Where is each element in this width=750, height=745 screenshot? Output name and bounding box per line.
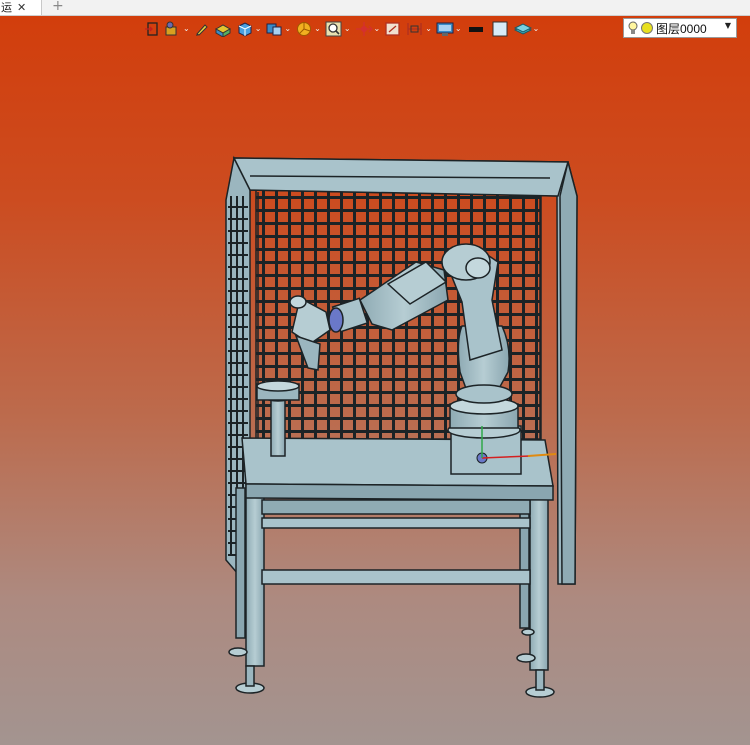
view-toolbar: ⌄ ⌄ ⌄ ⌄ ⌄ ⌄ ⌄ ⌄ ⌄: [142, 18, 541, 40]
fill-color-icon: [492, 21, 508, 37]
document-tab-bar: 运 ✕ +: [0, 0, 750, 16]
chevron-down-icon: ⌄: [454, 24, 462, 33]
chevron-down-icon: ⌄: [284, 24, 292, 33]
chevron-down-icon: ⌄: [343, 24, 351, 33]
chevron-down-icon: ⌄: [532, 24, 540, 33]
line-color-button[interactable]: [464, 18, 488, 40]
chevron-down-icon: ⌄: [254, 24, 262, 33]
fill-color-button[interactable]: [488, 18, 512, 40]
close-icon[interactable]: ✕: [17, 0, 26, 15]
chevron-down-icon: ⌄: [314, 24, 321, 33]
orbit-icon: [355, 22, 373, 36]
shaded-box-button[interactable]: [212, 18, 234, 40]
align-icon: [407, 23, 422, 35]
layer-dropdown[interactable]: 图层0000 ▼: [623, 18, 737, 38]
orbit-button[interactable]: ⌄: [353, 18, 383, 40]
layers-button[interactable]: ⌄: [512, 18, 542, 40]
render-mode-button[interactable]: ⌄: [234, 18, 264, 40]
workbench: [228, 437, 555, 698]
lightbulb-icon: [628, 21, 638, 34]
layers-icon: [513, 23, 532, 35]
pencil-button[interactable]: [192, 18, 212, 40]
layer-name: 图层0000: [656, 21, 707, 36]
shaded-box-icon: [214, 24, 231, 37]
new-tab-icon[interactable]: +: [52, 0, 64, 14]
view-style-button[interactable]: ⌄: [263, 18, 293, 40]
robot-cell-model: [225, 155, 578, 698]
zoom-icon: [325, 21, 342, 37]
monitor-display-icon: [436, 22, 454, 36]
line-color-icon: [468, 27, 483, 32]
exit-sketch-icon: [145, 22, 158, 36]
chevron-down-icon: ⌄: [373, 24, 381, 33]
tab-title: 运: [1, 1, 12, 14]
chevron-down-icon: ▼: [724, 21, 731, 30]
section-view-button[interactable]: [382, 18, 404, 40]
chevron-down-icon: ⌄: [183, 24, 190, 33]
zoom-button[interactable]: ⌄: [323, 18, 353, 40]
render-quality-icon: [297, 22, 312, 36]
monitor-display-button[interactable]: ⌄: [434, 18, 464, 40]
chevron-down-icon: ⌄: [425, 24, 432, 33]
layer-status-icon: [641, 22, 653, 34]
pencil-icon: [195, 24, 208, 36]
render-quality-button[interactable]: ⌄: [293, 18, 323, 40]
render-mode-icon: [238, 22, 252, 37]
document-tab[interactable]: 运 ✕: [0, 0, 42, 15]
component-style-button[interactable]: ⌄: [162, 18, 192, 40]
3d-viewport[interactable]: ⌄ ⌄ ⌄ ⌄ ⌄ ⌄ ⌄ ⌄ ⌄ 图层0000 ▼: [0, 16, 750, 745]
exit-sketch-button[interactable]: [142, 18, 162, 40]
view-style-icon: [266, 23, 282, 36]
component-style-icon: [165, 21, 177, 36]
section-view-icon: [385, 22, 400, 36]
align-button[interactable]: ⌄: [404, 18, 434, 40]
